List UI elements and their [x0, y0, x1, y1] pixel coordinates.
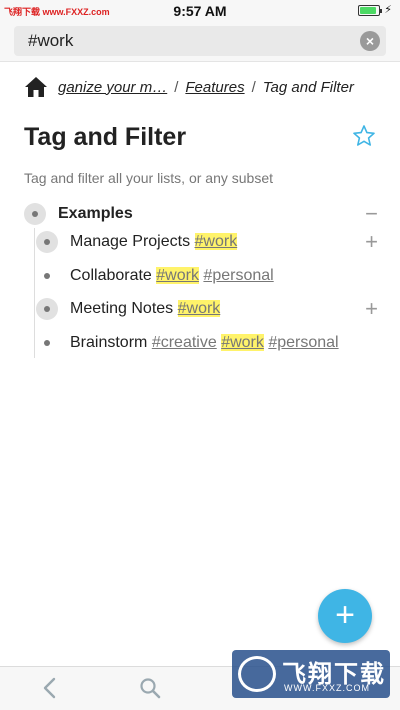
watermark-logo: 飞翔下载 WWW.FXXZ.COM	[232, 650, 390, 698]
page-title[interactable]: Tag and Filter	[24, 123, 186, 152]
clock: 9:57 AM	[173, 3, 227, 19]
tag-personal[interactable]: #personal	[268, 334, 338, 351]
home-icon[interactable]	[24, 76, 48, 98]
bullet[interactable]	[24, 203, 46, 225]
search-input[interactable]: #work	[14, 26, 386, 56]
list-item[interactable]: Brainstorm #creative #work #personal	[70, 334, 339, 352]
tag-work[interactable]: #work	[221, 334, 264, 351]
battery-icon	[358, 5, 382, 16]
item-text: Collaborate	[70, 267, 152, 284]
watermark-url: WWW.FXXZ.COM	[284, 683, 370, 693]
watermark-emblem	[238, 656, 276, 692]
breadcrumb-separator: /	[174, 78, 179, 96]
breadcrumb-item-parent[interactable]: ganize your m…	[58, 79, 167, 96]
bullet[interactable]	[36, 265, 58, 287]
expand-button[interactable]: +	[365, 298, 378, 320]
breadcrumb-item-features[interactable]: Features	[185, 79, 244, 96]
breadcrumb-separator: /	[251, 78, 256, 96]
charging-icon: ⚡	[384, 4, 392, 16]
list-item[interactable]: Meeting Notes #work	[70, 300, 221, 318]
list-item-examples[interactable]: Examples	[58, 205, 133, 223]
star-icon[interactable]	[352, 124, 376, 148]
search-bar: #work ×	[0, 22, 400, 62]
search-icon[interactable]	[138, 676, 162, 700]
indent-guide	[34, 228, 35, 358]
tag-personal[interactable]: #personal	[203, 267, 273, 284]
list-item[interactable]: Collaborate #work #personal	[70, 267, 274, 285]
item-text: Brainstorm	[70, 334, 148, 351]
bullet[interactable]	[36, 231, 58, 253]
bullet[interactable]	[36, 332, 58, 354]
tag-work[interactable]: #work	[177, 300, 221, 317]
status-bar: 飞翔下载 www.FXXZ.com 9:57 AM ⚡	[0, 0, 400, 22]
bullet[interactable]	[36, 298, 58, 320]
tag-work[interactable]: #work	[156, 267, 199, 284]
back-icon[interactable]	[38, 675, 62, 701]
item-text: Manage Projects	[70, 233, 191, 250]
collapse-button[interactable]: −	[365, 203, 378, 225]
clear-search-icon[interactable]: ×	[360, 31, 380, 51]
add-item-button[interactable]: +	[318, 589, 372, 643]
breadcrumb: ganize your m… / Features / Tag and Filt…	[24, 74, 384, 100]
tag-work[interactable]: #work	[194, 233, 238, 250]
list-item[interactable]: Manage Projects #work	[70, 233, 238, 251]
screen: 飞翔下载 www.FXXZ.com 9:57 AM ⚡ #work × gani…	[0, 0, 400, 710]
page-description[interactable]: Tag and filter all your lists, or any su…	[24, 170, 273, 186]
expand-button[interactable]: +	[365, 231, 378, 253]
item-text: Meeting Notes	[70, 300, 174, 317]
tag-creative[interactable]: #creative	[152, 334, 217, 351]
breadcrumb-item-current: Tag and Filter	[262, 78, 354, 96]
